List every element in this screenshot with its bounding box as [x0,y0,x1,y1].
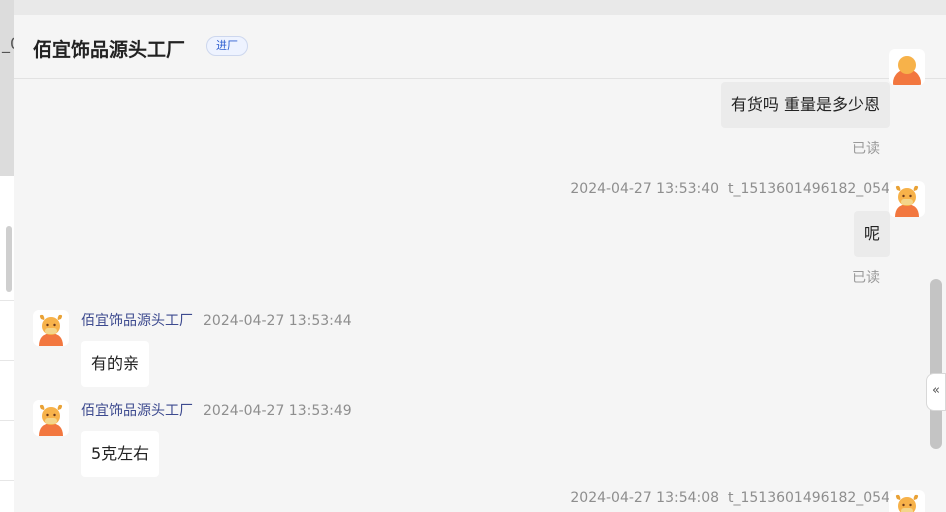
chat-header: 佰宜饰品源头工厂 进厂 [14,15,946,79]
message-timestamp: 2024-04-27 13:53:49 [203,403,352,419]
message-meta-incoming: 佰宜饰品源头工厂 2024-04-27 13:53:49 [81,400,352,420]
message-timestamp: 2024-04-27 13:54:08 [570,490,720,506]
chat-scrollbar[interactable] [930,79,942,512]
background-scrollbar [6,226,12,292]
read-status: 已读 [852,270,880,286]
chat-panel: 佰宜饰品源头工厂 进厂 有货吗 重量是多少恩 已读 2024-04-27 13:… [14,15,946,512]
shop-tag-badge: 进厂 [206,36,248,56]
message-list[interactable]: 有货吗 重量是多少恩 已读 2024-04-27 13:53:40 t_1513… [14,49,946,512]
background-divider [0,360,14,361]
double-chevron-left-icon: « [932,383,940,398]
user-id: t_1513601496182_054 [727,490,890,506]
avatar-icon[interactable] [33,400,69,436]
background-divider [0,420,14,421]
avatar-icon[interactable] [889,49,925,85]
message-timestamp: 2024-04-27 13:53:40 [570,181,720,197]
message-meta-outgoing: 2024-04-27 13:54:08 t_1513601496182_054 [570,490,890,506]
message-bubble-outgoing[interactable]: 呢 [853,211,890,257]
sender-name[interactable]: 佰宜饰品源头工厂 [81,313,193,329]
message-bubble-incoming[interactable]: 有的亲 [81,341,150,387]
message-meta-outgoing: 2024-04-27 13:53:40 t_1513601496182_054 [570,181,890,197]
shop-name[interactable]: 佰宜饰品源头工厂 [33,35,185,62]
chat-scrollbar-thumb[interactable] [930,279,942,449]
message-bubble-outgoing[interactable]: 有货吗 重量是多少恩 [720,82,890,128]
collapse-sidebar-button[interactable]: « [926,373,946,411]
message-bubble-incoming[interactable]: 5克左右 [81,431,160,477]
message-meta-incoming: 佰宜饰品源头工厂 2024-04-27 13:53:44 [81,310,352,330]
sender-name[interactable]: 佰宜饰品源头工厂 [81,403,193,419]
background-page-header [0,0,14,176]
avatar-icon[interactable] [889,181,925,217]
avatar-icon[interactable] [33,310,69,346]
background-divider [0,300,14,301]
read-status: 已读 [852,141,880,157]
message-timestamp: 2024-04-27 13:53:44 [203,313,352,329]
avatar-icon[interactable] [889,490,925,512]
background-divider [0,480,14,481]
user-id: t_1513601496182_054 [727,181,890,197]
